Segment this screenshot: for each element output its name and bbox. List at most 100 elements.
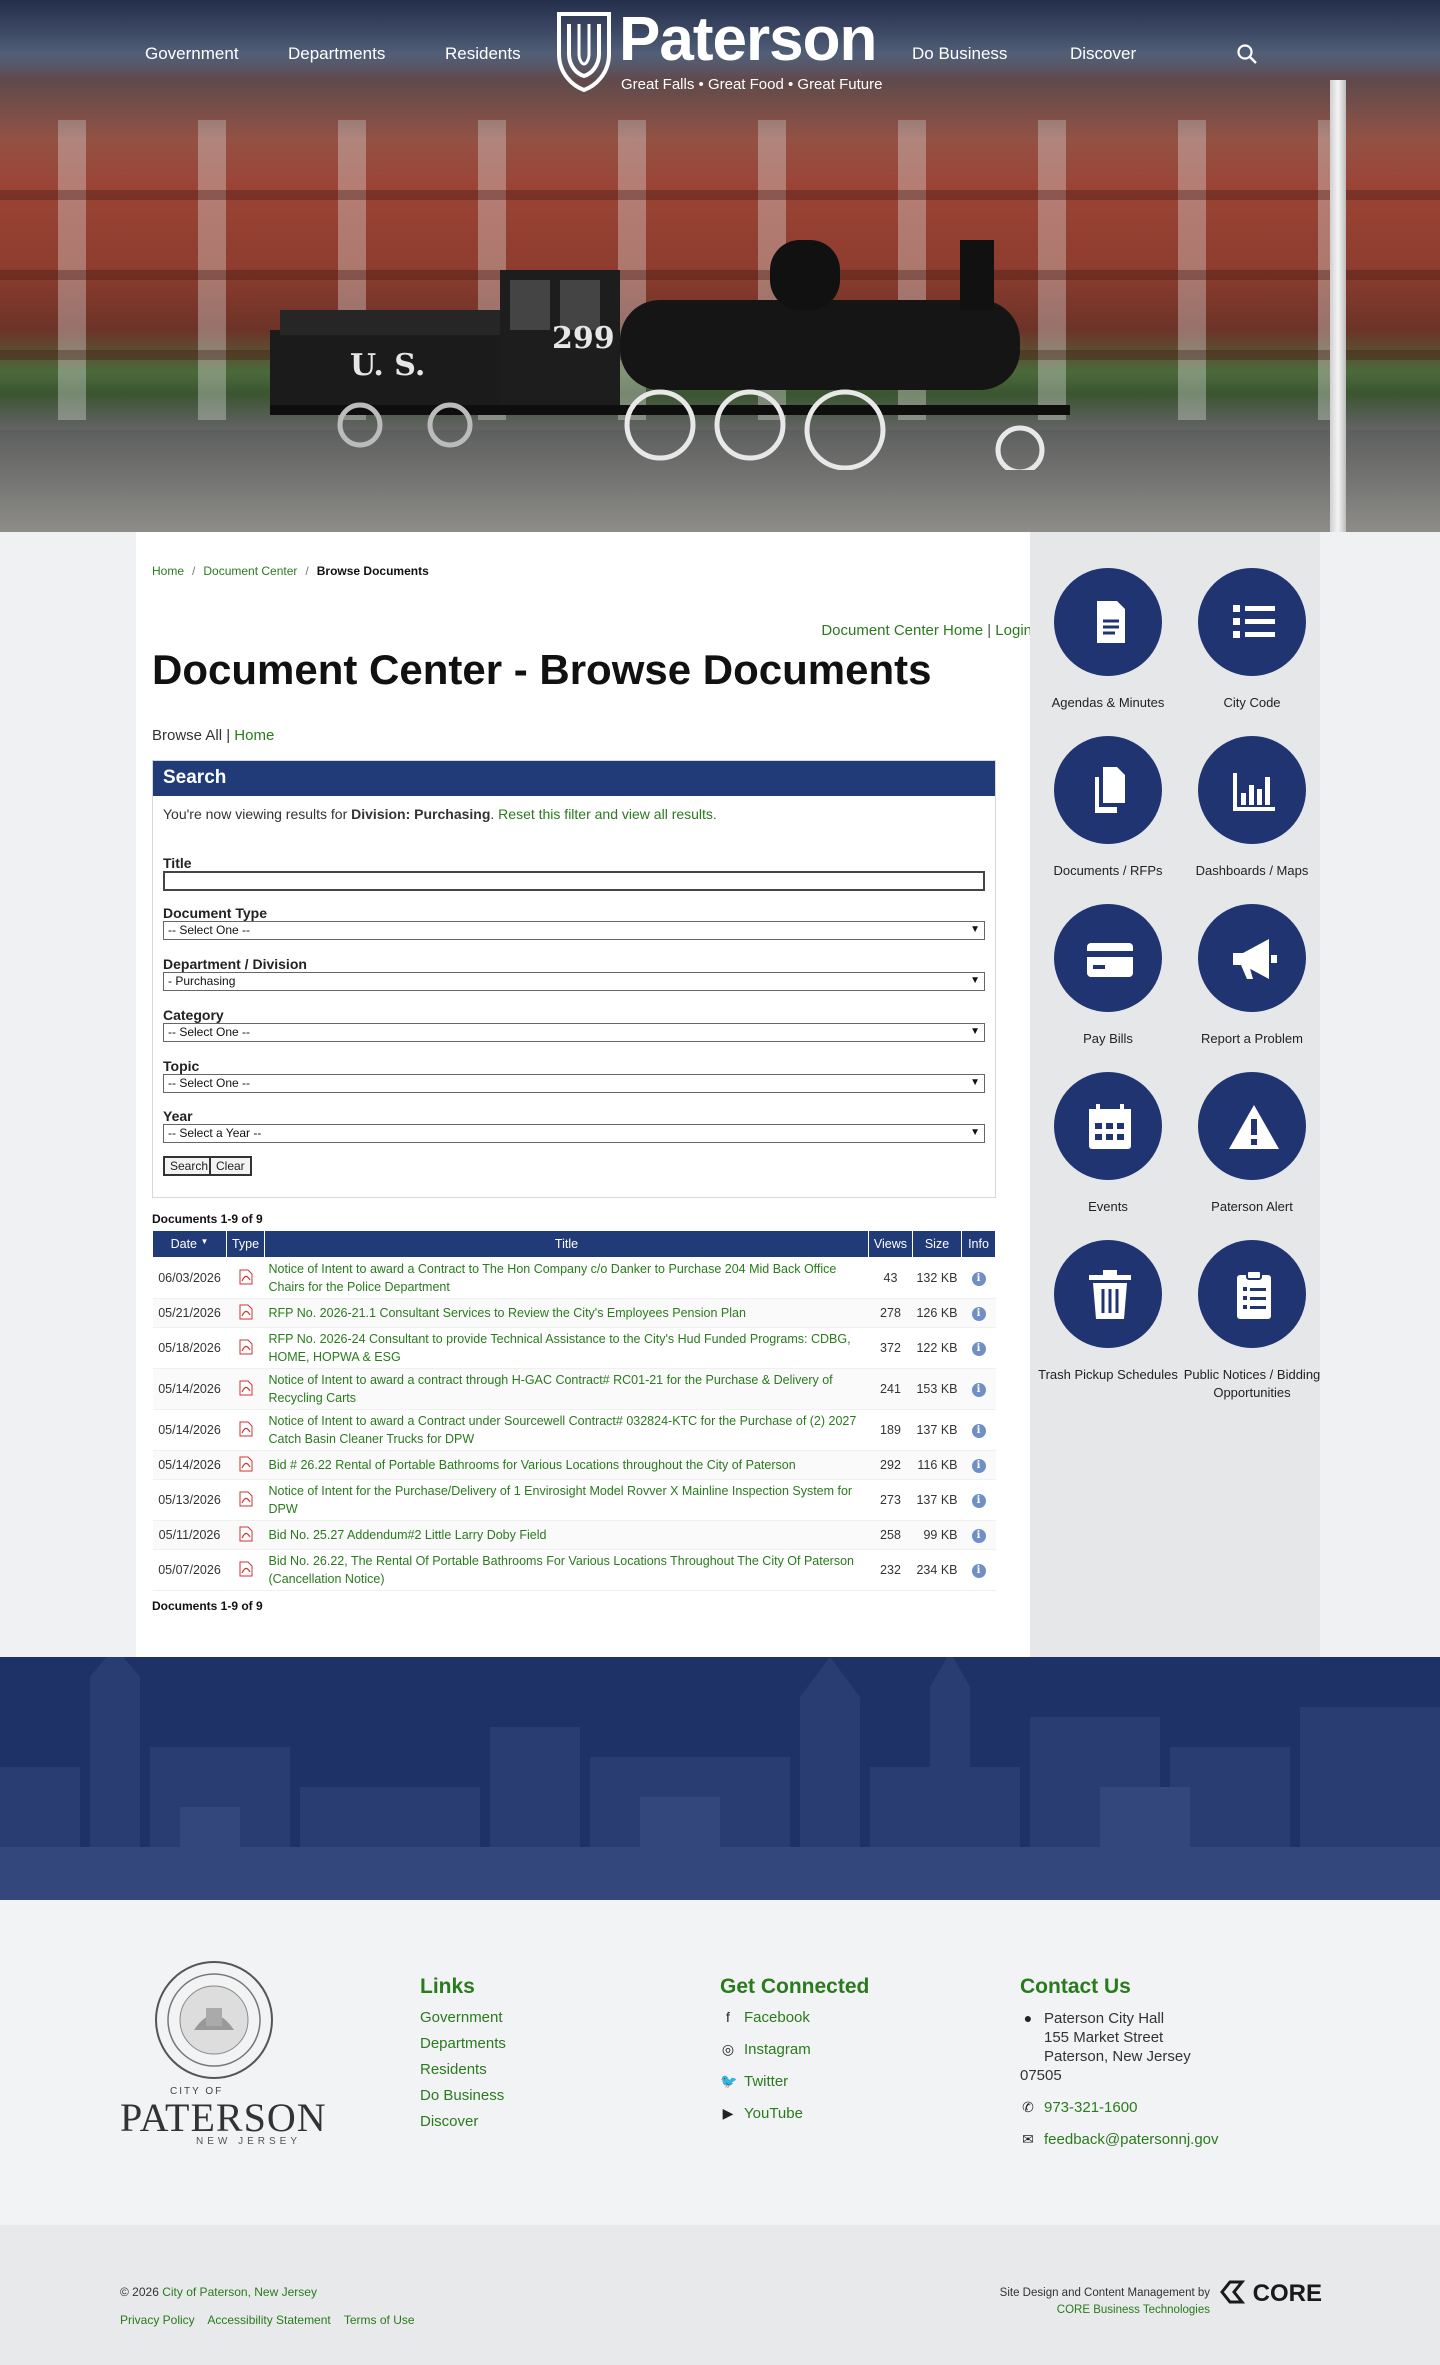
nav-departments[interactable]: Departments [288,44,385,64]
warning-icon [1229,1105,1279,1149]
list-icon [1233,605,1275,638]
chevron-down-icon: ▼ [970,1026,980,1037]
core-logo[interactable]: CORE [1218,2279,1322,2308]
table-row: 05/07/2026 Bid No. 26.22, The Rental Of P… [152,1549,996,1591]
footer-link-government[interactable]: Government [420,2009,506,2026]
quick-link-warning[interactable]: Paterson Alert [1182,1072,1322,1216]
trash-icon [1089,1270,1131,1319]
login-link[interactable]: Login [995,622,1032,639]
info-icon[interactable]: i [971,1383,986,1397]
logo-wordmark: Paterson [619,5,877,74]
nav-government[interactable]: Government [145,44,239,64]
document-title-link[interactable]: Bid No. 26.22, The Rental Of Portable Ba… [269,1554,855,1586]
document-title-link[interactable]: Notice of Intent to award a Contract to … [269,1262,837,1294]
column-date[interactable]: Date ▼ [152,1230,227,1258]
reset-filter-link[interactable]: Reset this filter and view all results. [498,806,717,822]
nav-residents[interactable]: Residents [445,44,521,64]
quick-link-document[interactable]: Agendas & Minutes [1038,568,1178,712]
facebook-link[interactable]: f Facebook [720,2009,869,2026]
column-title[interactable]: Title [264,1230,869,1258]
row-size: 99 KB [912,1520,962,1550]
row-info: i [961,1450,996,1480]
footer-link-do-business[interactable]: Do Business [420,2087,506,2104]
document-title-link[interactable]: Notice of Intent for the Purchase/Delive… [269,1484,853,1516]
row-info: i [961,1479,996,1521]
main-area: Home / Document Center / Browse Documents Do… [0,532,1440,1657]
instagram-label: Instagram [744,2041,811,2058]
email-link[interactable]: ✉ feedback@patersonnj.gov [1020,2131,1218,2148]
quick-link-circle [1054,1072,1162,1180]
breadcrumb-current: Browse Documents [316,564,429,578]
twitter-link[interactable]: 🐦 Twitter [720,2073,869,2090]
year-select[interactable]: -- Select a Year -- ▼ [163,1124,985,1143]
terms-of-use-link[interactable]: Terms of Use [344,2313,415,2327]
quick-link-trash[interactable]: Trash Pickup Schedules [1038,1240,1178,1384]
quick-link-calendar[interactable]: Events [1038,1072,1178,1216]
nav-do-business[interactable]: Do Business [912,44,1007,64]
copyright-prefix: © 2026 [120,2285,163,2299]
row-views: 43 [868,1257,913,1299]
quick-link-clipboard[interactable]: Public Notices / Bidding Opportunities [1182,1240,1322,1402]
quick-link-list[interactable]: City Code [1182,568,1322,712]
info-icon[interactable]: i [971,1342,986,1356]
phone-link[interactable]: ✆ 973-321-1600 [1020,2099,1219,2116]
document-center-home-link[interactable]: Document Center Home [821,622,983,639]
youtube-link[interactable]: ▶ YouTube [720,2105,869,2122]
footer-link-departments[interactable]: Departments [420,2035,506,2052]
nav-discover[interactable]: Discover [1070,44,1136,64]
info-icon[interactable]: i [971,1459,986,1473]
paterson-logo[interactable]: Paterson Great Falls • Great Food • Grea… [555,5,885,96]
browse-home-link[interactable]: Home [234,727,274,744]
row-date: 05/14/2026 [152,1409,227,1451]
privacy-policy-link[interactable]: Privacy Policy [120,2313,195,2327]
pdf-icon [239,1561,252,1576]
instagram-link[interactable]: ◎ Instagram [720,2041,869,2058]
column-type[interactable]: Type [226,1230,265,1258]
site-footer: CITY OF PATERSON NEW JERSEY Links Govern… [0,1900,1440,2225]
document-title-link[interactable]: Notice of Intent to award a Contract und… [269,1414,857,1446]
row-views: 258 [868,1520,913,1550]
footer-connect-heading: Get Connected [720,1975,870,1998]
quick-link-bar-chart[interactable]: Dashboards / Maps [1182,736,1322,880]
footer-link-residents[interactable]: Residents [420,2061,506,2078]
column-views[interactable]: Views [867,1230,913,1258]
document-title-link[interactable]: Bid # 26.22 Rental of Portable Bathrooms… [269,1458,796,1472]
breadcrumb-document-center[interactable]: Document Center [203,564,297,578]
core-business-link[interactable]: CORE Business Technologies [1057,2304,1210,2316]
category-select[interactable]: -- Select One -- ▼ [163,1023,985,1042]
quick-link-circle [1054,736,1162,844]
quick-link-megaphone[interactable]: Report a Problem [1182,904,1322,1048]
row-size: 116 KB [912,1450,962,1480]
filter-note-prefix: You're now viewing results for [163,806,352,822]
accessibility-statement-link[interactable]: Accessibility Statement [207,2313,330,2327]
copyright-city-link[interactable]: City of Paterson, New Jersey [162,2285,317,2299]
search-panel: Search You're now viewing results for Di… [152,760,996,1198]
document-title-link[interactable]: RFP No. 2026-24 Consultant to provide Te… [269,1332,851,1364]
document-title-link[interactable]: RFP No. 2026-21.1 Consultant Services to… [269,1306,746,1320]
quick-link-label: Report a Problem [1201,1031,1303,1046]
city-seal-logo[interactable]: CITY OF PATERSON NEW JERSEY [118,1960,326,2150]
info-icon[interactable]: i [971,1307,986,1321]
info-icon[interactable]: i [971,1529,986,1543]
document-type-value: -- Select One -- [168,923,251,937]
topic-select[interactable]: -- Select One -- ▼ [163,1074,985,1093]
info-icon[interactable]: i [971,1564,986,1578]
twitter-label: Twitter [744,2073,789,2090]
footer-link-discover[interactable]: Discover [420,2113,506,2130]
document-type-select[interactable]: -- Select One -- ▼ [163,921,985,940]
document-title-link[interactable]: Notice of Intent to award a contract thr… [269,1373,833,1405]
info-icon[interactable]: i [971,1272,986,1286]
quick-link-files[interactable]: Documents / RFPs [1038,736,1178,880]
info-icon[interactable]: i [971,1494,986,1508]
info-icon[interactable]: i [971,1424,986,1438]
clear-button[interactable]: Clear [209,1156,252,1176]
title-input[interactable] [163,871,985,891]
document-title-link[interactable]: Bid No. 25.27 Addendum#2 Little Larry Do… [269,1528,547,1542]
column-size[interactable]: Size [911,1230,963,1258]
search-icon[interactable] [1236,43,1258,65]
department-division-select[interactable]: - Purchasing ▼ [163,972,985,991]
search-button[interactable]: Search [163,1156,216,1176]
city-seal-icon [155,1961,273,2079]
breadcrumb-home[interactable]: Home [152,564,184,578]
quick-link-credit-card[interactable]: Pay Bills [1038,904,1178,1048]
